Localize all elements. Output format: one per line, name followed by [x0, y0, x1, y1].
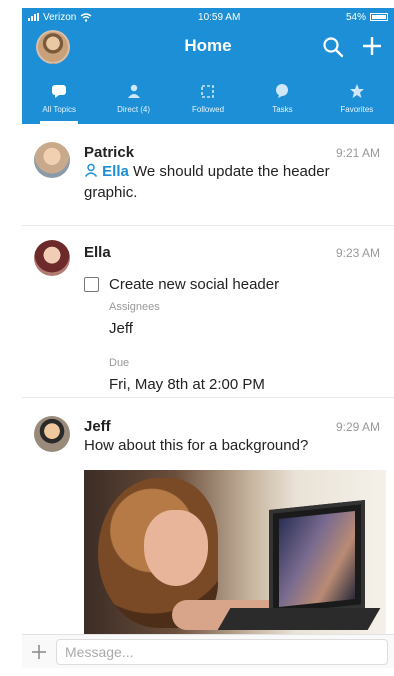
message-time: 9:23 AM: [335, 246, 380, 260]
add-icon[interactable]: [360, 34, 384, 58]
task-title[interactable]: Create new social header: [109, 274, 279, 295]
tab-bar: All Topics Direct (4) Followed Tasks Fav…: [22, 70, 394, 124]
app-screen: Verizon 10:59 AM 54% Home All Topics Dir…: [22, 8, 394, 668]
puzzle-icon: [201, 85, 214, 98]
avatar[interactable]: [34, 416, 70, 452]
tab-tasks[interactable]: Tasks: [245, 70, 319, 124]
message-item: Patrick 9:21 AM Ella We should update th…: [22, 124, 394, 226]
photo-laptop-screen: [279, 511, 355, 607]
tab-label: All Topics: [42, 105, 77, 114]
mention-person-icon: [84, 163, 98, 177]
task-checkbox[interactable]: [84, 277, 99, 292]
tab-followed[interactable]: Followed: [171, 70, 245, 124]
person-icon: [127, 84, 140, 98]
status-bar: Verizon 10:59 AM 54%: [22, 8, 394, 26]
message-feed[interactable]: Patrick 9:21 AM Ella We should update th…: [22, 124, 394, 634]
tab-label: Followed: [192, 105, 225, 114]
photo-face: [144, 510, 208, 586]
status-right: 54%: [346, 12, 388, 23]
attach-button[interactable]: [22, 635, 56, 669]
app-header: Verizon 10:59 AM 54% Home All Topics Dir…: [22, 8, 394, 124]
mention-link[interactable]: Ella: [102, 163, 129, 180]
attached-photo[interactable]: [84, 470, 386, 634]
tab-direct[interactable]: Direct (4): [96, 70, 170, 124]
message-body: How about this for a background?: [84, 437, 309, 454]
message-input[interactable]: [56, 638, 388, 665]
signal-icon: [28, 13, 39, 21]
message-time: 9:21 AM: [335, 146, 380, 160]
photo-laptop: [269, 499, 365, 619]
avatar[interactable]: [34, 240, 70, 276]
bubble-icon: [276, 84, 289, 98]
tab-label: Direct (4): [117, 105, 151, 114]
message-composer: [22, 634, 394, 668]
star-icon: [349, 84, 364, 98]
task-row: Create new social header: [84, 274, 380, 295]
tab-favorites[interactable]: Favorites: [320, 70, 394, 124]
due-label: Due: [109, 357, 130, 369]
battery-percent: 54%: [345, 11, 366, 23]
assignees-label: Assignees: [109, 301, 160, 313]
status-time: 10:59 AM: [198, 11, 241, 23]
tab-label: Favorites: [340, 105, 374, 114]
battery-icon: [369, 13, 388, 21]
task-meta: Assignees Jeff Due Fri, May 8th at 2:00 …: [109, 301, 380, 393]
tab-all-topics[interactable]: All Topics: [22, 70, 96, 124]
assignee-value: Jeff: [109, 320, 133, 337]
photo-laptop-base: [217, 608, 381, 630]
avatar[interactable]: [34, 142, 70, 178]
message-time: 9:29 AM: [335, 420, 380, 434]
carrier-label: Verizon: [43, 11, 77, 23]
chat-bubble-icon: [52, 85, 67, 98]
message-item: Jeff 9:29 AM How about this for a backgr…: [22, 398, 394, 634]
plus-icon: [32, 644, 46, 659]
tab-label: Tasks: [272, 105, 293, 114]
status-left: Verizon: [28, 12, 92, 23]
title-bar: Home: [22, 26, 394, 70]
wifi-icon: [80, 12, 92, 22]
search-icon[interactable]: [322, 36, 344, 58]
message-item: Ella 9:23 AM Create new social header As…: [22, 226, 394, 398]
message-text: Ella We should update the header graphic…: [84, 161, 380, 203]
due-value: Fri, May 8th at 2:00 PM: [109, 376, 265, 393]
